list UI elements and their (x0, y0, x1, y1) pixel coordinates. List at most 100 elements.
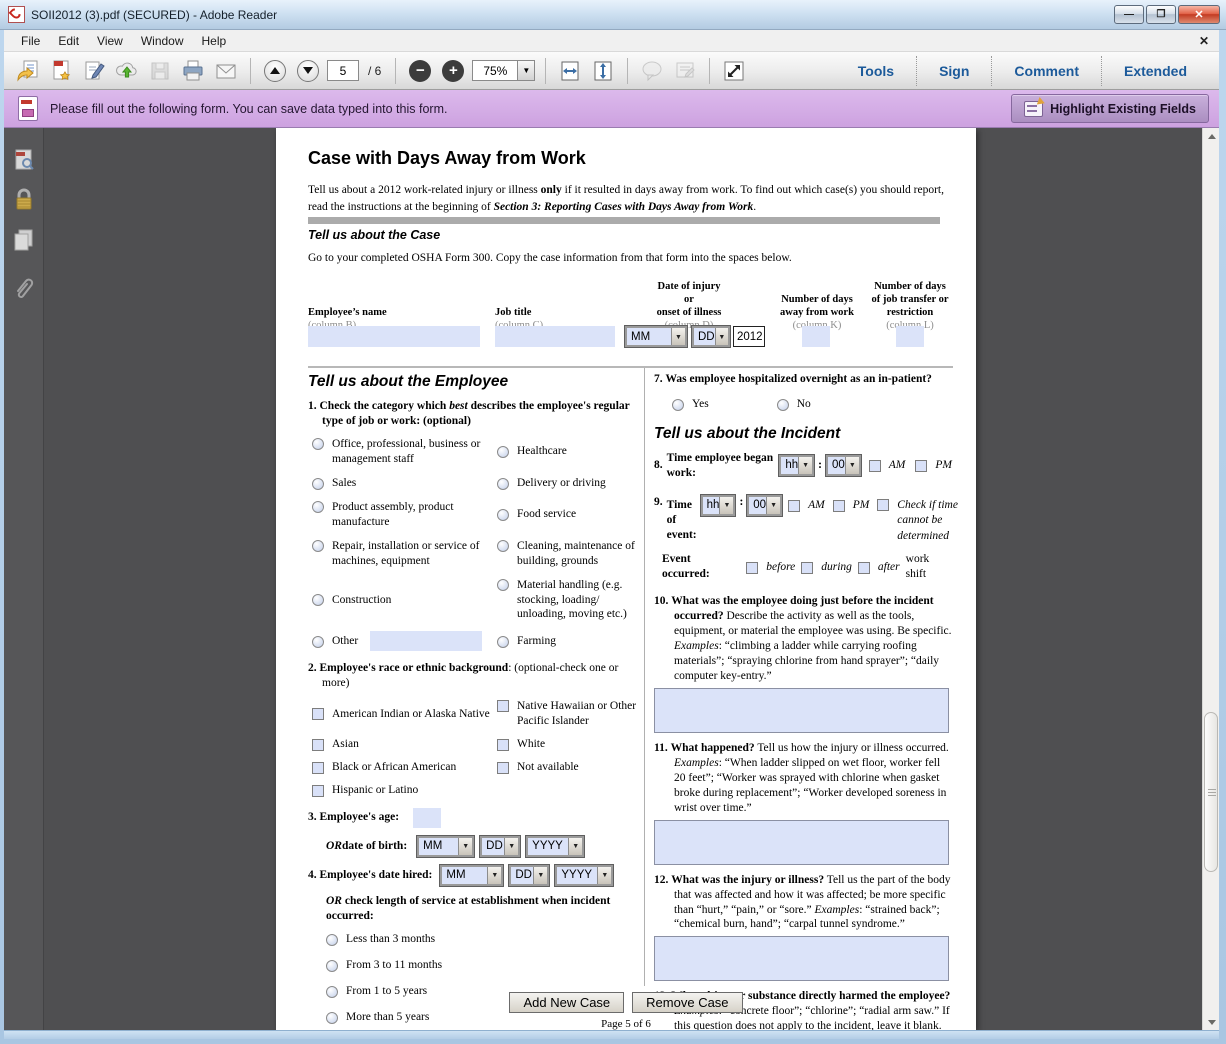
radio-icon[interactable] (312, 438, 324, 450)
scrollbar-thumb[interactable] (1204, 712, 1218, 872)
attachments-button[interactable] (4, 268, 44, 308)
event-before-checkbox[interactable]: before (746, 560, 795, 575)
q2-option-native-hawaiian[interactable]: Native Hawaiian or Other Pacific Islande… (497, 699, 638, 729)
radio-icon[interactable] (672, 399, 684, 411)
close-button[interactable]: ✕ (1178, 5, 1220, 24)
radio-icon[interactable] (326, 934, 338, 946)
injury-day-arrow-icon[interactable]: ▼ (715, 328, 728, 345)
job-title-field[interactable] (495, 326, 615, 347)
dropdown-arrow-icon[interactable]: ▼ (533, 867, 547, 884)
q1-option-sales[interactable]: Sales (312, 476, 497, 491)
dropdown-arrow-icon[interactable]: ▼ (487, 867, 501, 884)
zoom-dropdown-arrow-icon[interactable]: ▼ (518, 60, 535, 81)
q1-option-cleaning[interactable]: Cleaning, maintenance of building, groun… (497, 539, 638, 569)
checkbox-icon[interactable] (312, 785, 324, 797)
checkbox-icon[interactable] (858, 562, 870, 574)
fullscreen-button[interactable] (720, 57, 748, 85)
radio-icon[interactable] (312, 478, 324, 490)
dropdown-arrow-icon[interactable]: ▼ (845, 457, 859, 474)
dropdown-arrow-icon[interactable]: ▼ (458, 838, 472, 855)
q9-pm-checkbox[interactable]: PM (833, 498, 870, 513)
checkbox-icon[interactable] (312, 739, 324, 751)
event-during-checkbox[interactable]: during (801, 560, 852, 575)
radio-icon[interactable] (326, 960, 338, 972)
hired-day-select[interactable]: DD▼ (509, 865, 549, 886)
radio-icon[interactable] (497, 509, 509, 521)
days-away-field[interactable] (802, 326, 830, 347)
radio-icon[interactable] (497, 636, 509, 648)
cloud-upload-button[interactable] (113, 57, 141, 85)
dropdown-arrow-icon[interactable]: ▼ (597, 867, 611, 884)
q1-option-construction[interactable]: Construction (312, 593, 497, 608)
q1-option-repair[interactable]: Repair, installation or service of machi… (312, 539, 497, 569)
radio-icon[interactable] (497, 540, 509, 552)
open-file-button[interactable] (14, 57, 42, 85)
fit-page-button[interactable] (589, 57, 617, 85)
menubar-close-icon[interactable]: ✕ (1199, 34, 1209, 48)
radio-icon[interactable] (497, 579, 509, 591)
q1-option-farming[interactable]: Farming (497, 634, 638, 649)
q2-option-asian[interactable]: Asian (312, 737, 497, 752)
previous-page-button[interactable] (261, 57, 289, 85)
radio-icon[interactable] (312, 594, 324, 606)
minimize-button[interactable]: — (1114, 5, 1144, 24)
q9-am-checkbox[interactable]: AM (788, 498, 825, 513)
hired-month-select[interactable]: MM▼ (440, 865, 503, 886)
q11-answer-textarea[interactable] (654, 820, 949, 865)
radio-icon[interactable] (312, 636, 324, 648)
scroll-up-arrow-icon[interactable] (1203, 128, 1220, 144)
checkbox-icon[interactable] (801, 562, 813, 574)
sign-tab[interactable]: Sign (917, 63, 991, 79)
began-minute-select[interactable]: 00▼ (826, 455, 861, 476)
q1-option-healthcare[interactable]: Healthcare (497, 444, 638, 459)
q2-option-hispanic[interactable]: Hispanic or Latino (312, 783, 497, 798)
add-new-case-button[interactable]: Add New Case (509, 992, 624, 1013)
fit-width-button[interactable] (556, 57, 584, 85)
sign-document-button[interactable] (80, 57, 108, 85)
q1-option-office[interactable]: Office, professional, business or manage… (312, 437, 497, 467)
dropdown-arrow-icon[interactable]: ▼ (766, 497, 780, 514)
q1-option-product-assembly[interactable]: Product assembly, product manufacture (312, 500, 497, 530)
q1-other-field[interactable] (370, 631, 482, 651)
checkbox-icon[interactable] (312, 708, 324, 720)
radio-icon[interactable] (312, 501, 324, 513)
q1-option-material-handling[interactable]: Material handling (e.g. stocking, loadin… (497, 578, 638, 623)
remove-case-button[interactable]: Remove Case (632, 992, 742, 1013)
event-minute-select[interactable]: 00▼ (747, 495, 782, 516)
comment-tab[interactable]: Comment (992, 63, 1101, 79)
menu-help[interactable]: Help (193, 31, 236, 51)
q2-option-black[interactable]: Black or African American (312, 760, 497, 775)
q1-option-other[interactable]: Other (312, 631, 497, 651)
zoom-level-select[interactable]: 75% ▼ (472, 60, 535, 81)
event-after-checkbox[interactable]: after (858, 560, 900, 575)
q8-pm-checkbox[interactable]: PM (915, 458, 952, 473)
menu-edit[interactable]: Edit (49, 31, 88, 51)
tools-tab[interactable]: Tools (836, 63, 916, 79)
checkbox-icon[interactable] (312, 762, 324, 774)
highlight-fields-button[interactable]: Highlight Existing Fields (1011, 94, 1209, 123)
hired-year-select[interactable]: YYYY▼ (555, 865, 613, 886)
q1-option-delivery[interactable]: Delivery or driving (497, 476, 638, 491)
page-number-input[interactable] (327, 60, 359, 81)
scroll-down-arrow-icon[interactable] (1203, 1014, 1220, 1030)
checkbox-icon[interactable] (877, 499, 889, 511)
checkbox-icon[interactable] (915, 460, 927, 472)
injury-day-select[interactable]: DD ▼ (692, 326, 730, 347)
q12-answer-textarea[interactable] (654, 936, 949, 981)
dropdown-arrow-icon[interactable]: ▼ (504, 838, 518, 855)
dropdown-arrow-icon[interactable]: ▼ (568, 838, 582, 855)
dropdown-arrow-icon[interactable]: ▼ (798, 457, 812, 474)
began-hour-select[interactable]: hh▼ (779, 455, 814, 476)
pages-panel-button[interactable] (4, 220, 44, 260)
checkbox-icon[interactable] (746, 562, 758, 574)
sticky-note-button[interactable] (638, 57, 666, 85)
q4-option-3-11mo[interactable]: From 3 to 11 months (326, 958, 638, 973)
restore-button[interactable]: ❐ (1146, 5, 1176, 24)
zoom-out-button[interactable]: − (406, 57, 434, 85)
q2-option-not-available[interactable]: Not available (497, 760, 638, 775)
injury-month-select[interactable]: MM ▼ (625, 326, 687, 347)
q7-option-no[interactable]: No (777, 397, 811, 412)
event-hour-select[interactable]: hh▼ (701, 495, 736, 516)
dob-day-select[interactable]: DD▼ (480, 836, 520, 857)
dob-month-select[interactable]: MM▼ (417, 836, 474, 857)
